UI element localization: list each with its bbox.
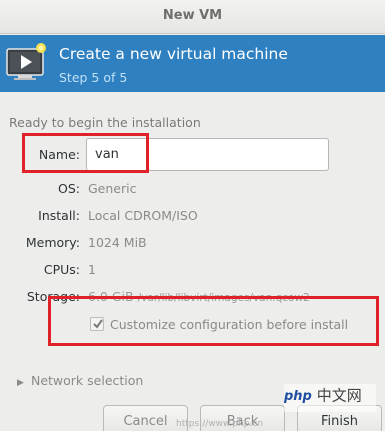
- watermark-text: 中文网: [316, 386, 362, 405]
- vm-monitor-icon: [6, 43, 46, 80]
- customize-config-checkbox[interactable]: Customize configuration before install: [90, 317, 348, 332]
- memory-value: 1024 MiB: [88, 235, 147, 250]
- wizard-banner: Create a new virtual machine Step 5 of 5: [0, 35, 385, 92]
- php-watermark: php 中文网: [284, 384, 376, 412]
- os-label: OS:: [58, 181, 80, 196]
- expander-arrow-icon[interactable]: ▶: [17, 378, 27, 388]
- storage-path: /var/lib/libvirt/images/van.qcow2: [137, 292, 310, 304]
- summary-heading: Ready to begin the installation: [9, 115, 201, 130]
- storage-label: Storage:: [26, 289, 80, 304]
- svg-text:php: php: [284, 389, 312, 404]
- url-watermark: https://www.php.cn: [176, 419, 264, 429]
- wizard-title: Create a new virtual machine: [59, 45, 288, 63]
- storage-size: 6.0 GiB: [88, 289, 134, 304]
- os-value: Generic: [88, 181, 137, 196]
- wizard-step-indicator: Step 5 of 5: [59, 70, 128, 85]
- cpus-value: 1: [88, 262, 96, 277]
- new-vm-window: New VM Create a new virtual machine Step…: [0, 0, 385, 431]
- customize-config-label[interactable]: Customize configuration before install: [110, 317, 348, 332]
- network-selection-label[interactable]: Network selection: [31, 373, 143, 388]
- name-label: Name:: [38, 147, 80, 162]
- install-value: Local CDROM/ISO: [88, 208, 198, 223]
- window-titlebar[interactable]: New VM: [0, 0, 385, 34]
- vm-name-field[interactable]: [86, 138, 329, 171]
- checkbox-checked-icon[interactable]: [90, 317, 104, 331]
- install-label: Install:: [38, 208, 80, 223]
- memory-label: Memory:: [25, 235, 80, 250]
- network-selection-expander[interactable]: ▶ Network selection: [17, 373, 143, 388]
- php-logo-icon: php: [284, 389, 312, 404]
- storage-value-group: 6.0 GiB /var/lib/libvirt/images/van.qcow…: [88, 289, 310, 304]
- cpus-label: CPUs:: [43, 262, 80, 277]
- window-title: New VM: [162, 8, 223, 23]
